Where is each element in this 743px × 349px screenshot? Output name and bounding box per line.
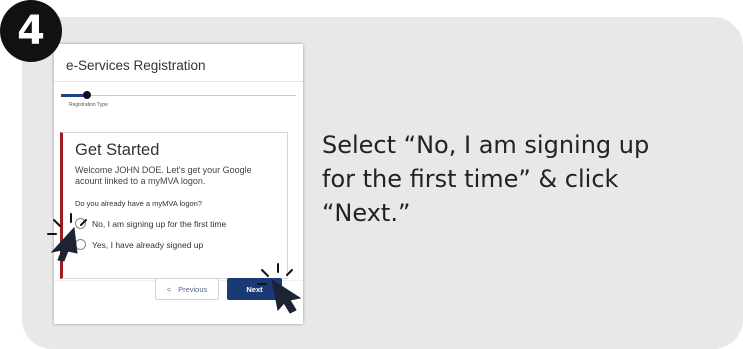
stepper-track	[61, 95, 296, 96]
option-label: No, I am signing up for the first time	[92, 218, 227, 229]
step-number-badge: 4	[0, 0, 62, 62]
instruction-text: Select “No, I am signing up for the firs…	[322, 131, 650, 227]
stepper-progress	[61, 94, 84, 97]
click-cursor-icon	[47, 213, 87, 262]
previous-button[interactable]: < Previous	[155, 278, 219, 300]
page-title: e-Services Registration	[66, 58, 206, 73]
logon-question: Do you already have a myMVA logon?	[75, 199, 203, 208]
panel-heading: Get Started	[75, 141, 160, 159]
chevron-left-icon: <	[166, 284, 172, 294]
previous-label: Previous	[178, 284, 208, 294]
option-no-signing-up[interactable]: No, I am signing up for the first time	[75, 218, 226, 229]
click-cursor-icon	[257, 263, 302, 314]
header-divider	[54, 81, 303, 82]
stepper-current-dot	[83, 91, 91, 99]
welcome-text: Welcome JOHN DOE. Let's get your Google …	[75, 165, 252, 186]
stepper-label: Registration Type	[69, 102, 108, 108]
option-label: Yes, I have already signed up	[92, 239, 204, 250]
